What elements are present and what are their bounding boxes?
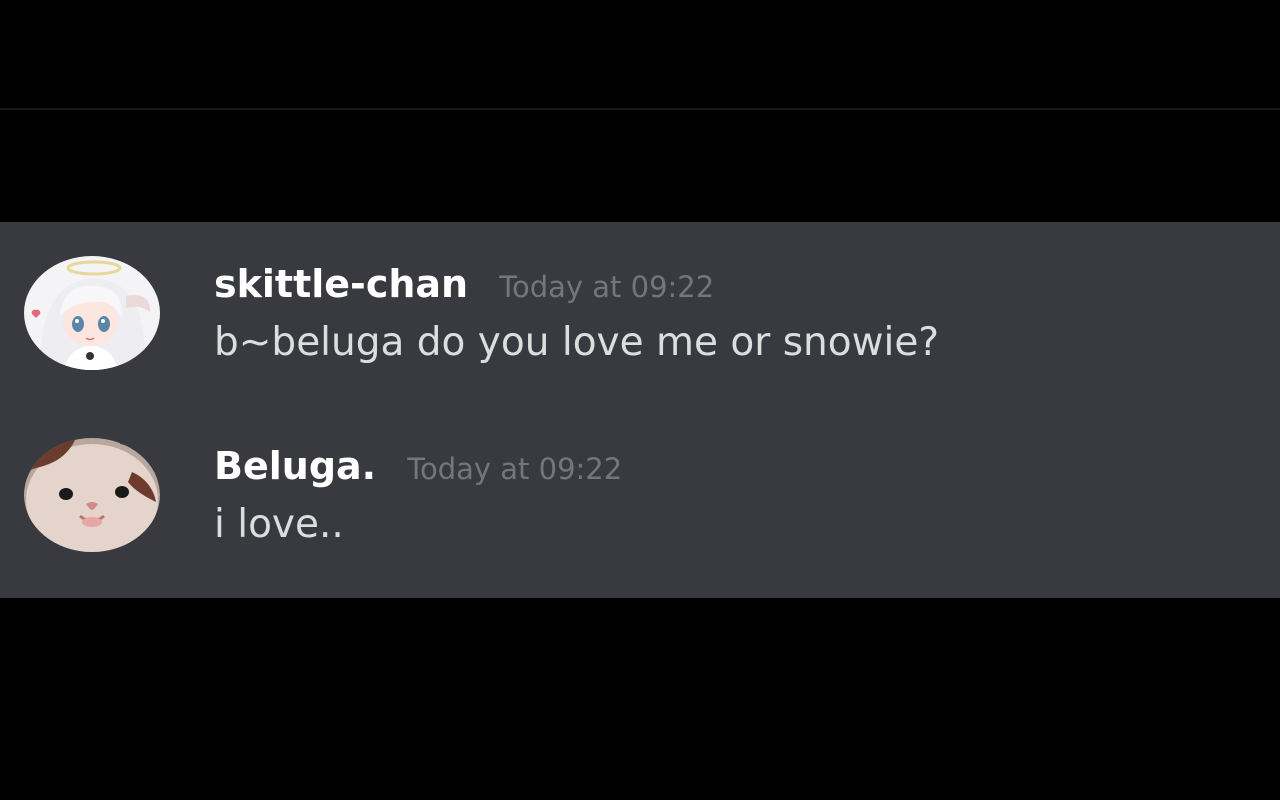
timestamp: Today at 09:22 bbox=[499, 270, 715, 304]
screen: skittle-chan Today at 09:22 b~beluga do … bbox=[0, 0, 1280, 800]
chat-panel: skittle-chan Today at 09:22 b~beluga do … bbox=[0, 222, 1280, 598]
message-text: i love.. bbox=[214, 502, 344, 547]
message-header: skittle-chan Today at 09:22 bbox=[214, 262, 714, 306]
timestamp: Today at 09:22 bbox=[407, 452, 623, 486]
message-item: skittle-chan Today at 09:22 b~beluga do … bbox=[0, 254, 1280, 404]
username[interactable]: Beluga. bbox=[214, 444, 376, 488]
message-header: Beluga. Today at 09:22 bbox=[214, 444, 622, 488]
top-divider bbox=[0, 108, 1280, 110]
username[interactable]: skittle-chan bbox=[214, 262, 468, 306]
anime-girl-avatar-icon[interactable] bbox=[24, 256, 160, 370]
message-item: Beluga. Today at 09:22 i love.. bbox=[0, 436, 1280, 586]
cat-face-avatar-icon[interactable] bbox=[24, 438, 160, 552]
message-text: b~beluga do you love me or snowie? bbox=[214, 320, 940, 365]
